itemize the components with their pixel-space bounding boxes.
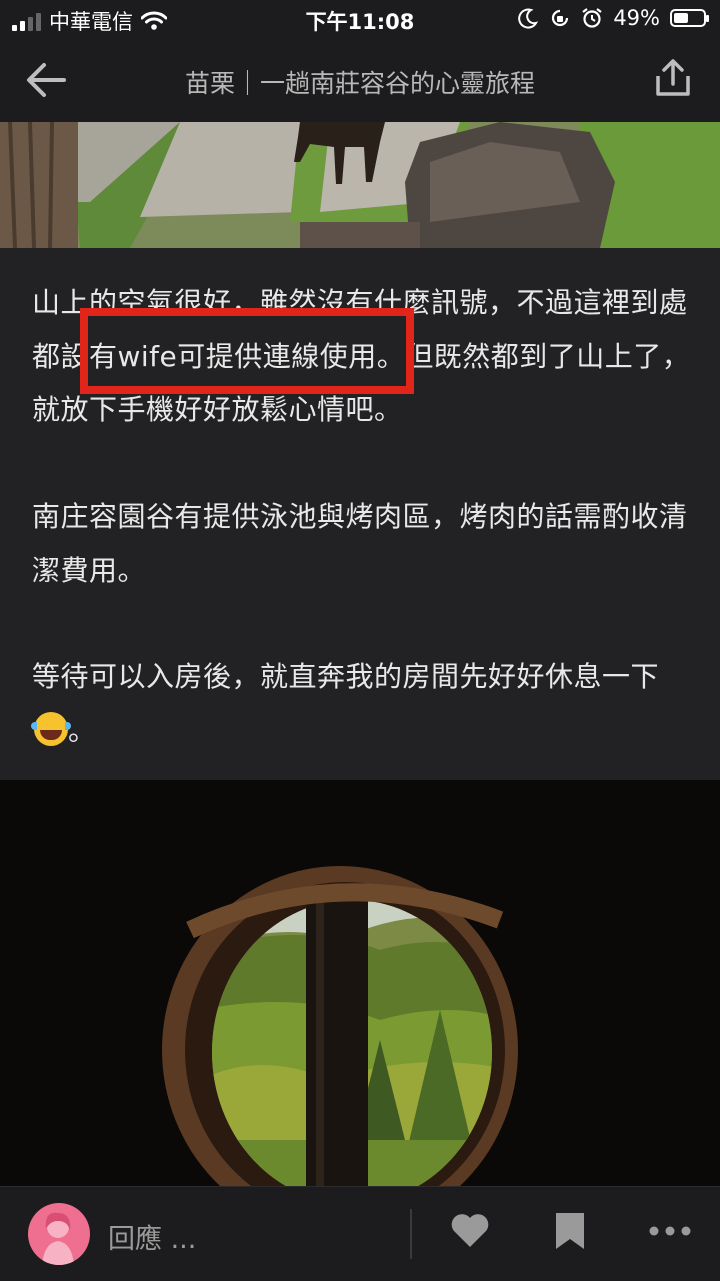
arrow-left-icon xyxy=(27,63,66,97)
heart-icon xyxy=(451,1214,489,1247)
moon-icon xyxy=(518,8,539,29)
article-paragraph: 等待可以入房後，就直奔我的房間先好好休息一下。 xyxy=(31,650,692,757)
share-button[interactable] xyxy=(654,58,694,104)
like-button[interactable] xyxy=(448,1209,496,1257)
battery-percent: 49% xyxy=(613,6,660,30)
alarm-icon xyxy=(582,8,602,28)
more-button[interactable] xyxy=(646,1209,694,1257)
page-title: 苗栗｜一趟南莊容谷的心靈旅程 xyxy=(184,69,535,98)
rotation-lock-icon xyxy=(552,9,569,27)
article-paragraph: 南庄容園谷有提供泳池與烤肉區，烤肉的話需酌收清潔費用。 xyxy=(32,500,688,587)
tears-of-joy-emoji-icon xyxy=(31,711,71,746)
article-photo-top xyxy=(0,122,720,248)
bookmark-button[interactable] xyxy=(548,1209,596,1257)
toolbar-divider xyxy=(410,1209,412,1259)
battery-icon xyxy=(670,9,709,27)
more-icon xyxy=(649,1226,691,1236)
avatar-icon[interactable] xyxy=(28,1203,90,1265)
status-right: 49% xyxy=(517,6,709,30)
article-paragraph-end: 。 xyxy=(68,713,97,747)
highlight-box xyxy=(80,308,414,394)
article-paragraph-text: 等待可以入房後，就直奔我的房間先好好休息一下 xyxy=(32,660,660,693)
back-button[interactable] xyxy=(24,60,72,104)
bottom-toolbar: 回應 ... xyxy=(0,1186,720,1281)
article-photo-bottom xyxy=(0,780,720,1188)
bookmark-icon xyxy=(556,1213,584,1249)
share-icon xyxy=(656,59,690,96)
status-bar: 中華電信 下午11:08 49% xyxy=(0,0,720,40)
reply-input[interactable]: 回應 ... xyxy=(108,1217,196,1256)
nav-header: 苗栗｜一趟南莊容谷的心靈旅程 xyxy=(0,40,720,122)
